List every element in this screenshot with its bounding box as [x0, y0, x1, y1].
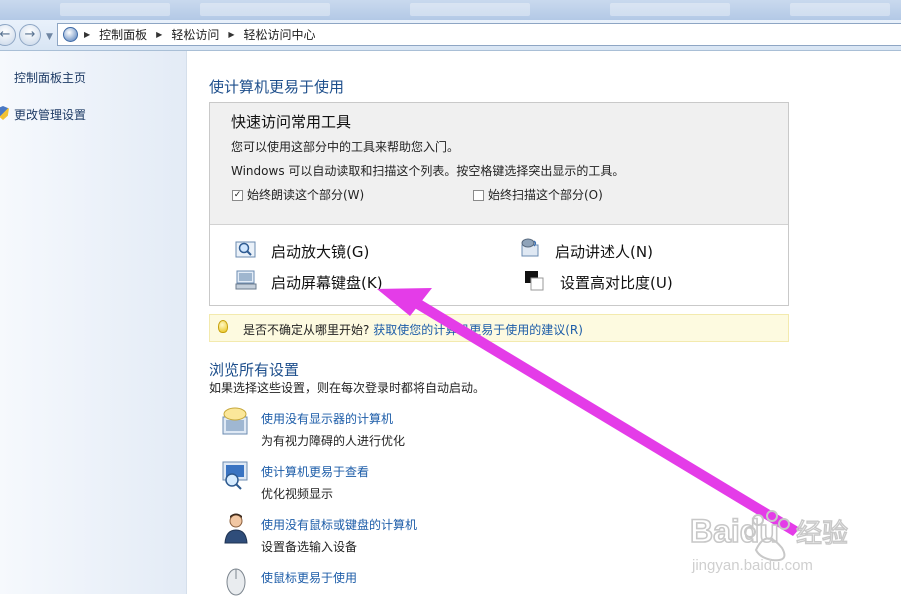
always-scan-checkbox[interactable]	[473, 190, 484, 201]
back-button[interactable]: ←	[0, 24, 16, 46]
forward-button[interactable]: →	[19, 24, 41, 46]
settings-link-easier-to-see[interactable]: 使计算机更易于查看	[261, 463, 369, 480]
settings-desc-without-mouse-keyboard: 设置备选输入设备	[261, 540, 358, 554]
watermark-brand-cn: 经验	[796, 519, 848, 549]
set-high-contrast-link[interactable]: 设置高对比度(U)	[560, 272, 673, 293]
left-navigation-pane: 控制面板主页 更改管理设置	[0, 51, 187, 594]
breadcrumb-separator-icon[interactable]: ▶	[228, 30, 234, 39]
recent-pages-chevron-icon[interactable]: ▼	[46, 32, 53, 42]
start-onscreen-keyboard-link[interactable]: 启动屏幕键盘(K)	[271, 272, 383, 293]
get-recommendations-link[interactable]: 获取使您的计算机更易于使用的建议(R)	[373, 323, 583, 337]
breadcrumb-item-control-panel[interactable]: 控制面板	[99, 26, 147, 43]
quick-access-description: 您可以使用这部分中的工具来帮助您入门。	[231, 140, 460, 154]
quick-access-panel: 快速访问常用工具 您可以使用这部分中的工具来帮助您入门。 Windows 可以自…	[209, 102, 789, 306]
easier-to-see-icon	[222, 461, 248, 490]
high-contrast-icon	[525, 271, 544, 291]
breadcrumb: ▶ 控制面板 ▶ 轻松访问 ▶ 轻松访问中心	[84, 24, 316, 45]
address-bar: ← → ▼ ▶ 控制面板 ▶ 轻松访问 ▶ 轻松访问中心	[0, 20, 901, 51]
magnifier-icon	[235, 241, 256, 258]
quick-access-title: 快速访问常用工具	[231, 113, 352, 131]
settings-desc-easier-to-see: 优化视频显示	[261, 487, 334, 501]
baidu-jingyan-watermark: Baidu 经验 jingyan.baidu.com	[690, 510, 849, 574]
watermark-url: jingyan.baidu.com	[691, 557, 813, 574]
onscreen-keyboard-icon	[235, 270, 257, 290]
breadcrumb-separator-icon[interactable]: ▶	[156, 30, 162, 39]
back-arrow-icon: ←	[0, 27, 11, 42]
tip-text: 是否不确定从哪里开始? 获取使您的计算机更易于使用的建议(R)	[243, 321, 583, 338]
quick-access-header: 快速访问常用工具 您可以使用这部分中的工具来帮助您入门。 Windows 可以自…	[210, 103, 788, 225]
breadcrumb-item-ease-of-access[interactable]: 轻松访问	[171, 26, 219, 43]
taskbar-ghost	[60, 3, 170, 16]
settings-link-easier-mouse[interactable]: 使鼠标更易于使用	[261, 569, 357, 586]
start-magnifier-link[interactable]: 启动放大镜(G)	[271, 241, 369, 262]
browse-settings-heading: 浏览所有设置	[209, 361, 300, 379]
window-title-bar	[0, 0, 901, 20]
always-read-checkbox[interactable]: ✓	[232, 190, 243, 201]
taskbar-ghost	[790, 3, 890, 16]
settings-desc-without-display: 为有视力障碍的人进行优化	[261, 434, 406, 448]
sidebar-item-control-panel-home[interactable]: 控制面板主页	[14, 69, 86, 86]
taskbar-ghost	[410, 3, 530, 16]
taskbar-ghost	[200, 3, 330, 16]
uac-shield-icon	[0, 106, 9, 120]
start-narrator-link[interactable]: 启动讲述人(N)	[555, 241, 653, 262]
settings-link-without-mouse-keyboard[interactable]: 使用没有鼠标或键盘的计算机	[261, 516, 417, 533]
quick-access-scan-note: Windows 可以自动读取和扫描这个列表。按空格键选择突出显示的工具。	[231, 164, 625, 178]
always-scan-label[interactable]: 始终扫描这个部分(O)	[488, 186, 603, 203]
breadcrumb-separator-icon[interactable]: ▶	[84, 30, 90, 39]
narrator-icon	[521, 238, 539, 257]
mouse-icon	[226, 568, 246, 596]
address-field[interactable]: ▶ 控制面板 ▶ 轻松访问 ▶ 轻松访问中心	[57, 23, 901, 46]
page-title: 使计算机更易于使用	[209, 78, 345, 96]
breadcrumb-item-ease-of-access-center[interactable]: 轻松访问中心	[244, 26, 316, 43]
sidebar-item-change-admin-settings[interactable]: 更改管理设置	[14, 106, 86, 123]
lightbulb-icon	[218, 320, 228, 333]
computer-without-display-icon	[222, 407, 248, 435]
forward-arrow-icon: →	[24, 27, 36, 42]
always-read-label[interactable]: 始终朗读这个部分(W)	[247, 186, 364, 203]
watermark-brand: Baidu	[690, 513, 779, 549]
taskbar-ghost	[610, 3, 730, 16]
tip-question: 是否不确定从哪里开始?	[243, 323, 370, 337]
control-panel-icon	[63, 27, 78, 42]
browse-settings-subtitle: 如果选择这些设置，则在每次登录时都将自动启动。	[209, 381, 486, 395]
person-without-mouse-keyboard-icon	[224, 513, 248, 544]
settings-link-without-display[interactable]: 使用没有显示器的计算机	[261, 410, 393, 427]
tip-bar: 是否不确定从哪里开始? 获取使您的计算机更易于使用的建议(R)	[209, 314, 789, 342]
